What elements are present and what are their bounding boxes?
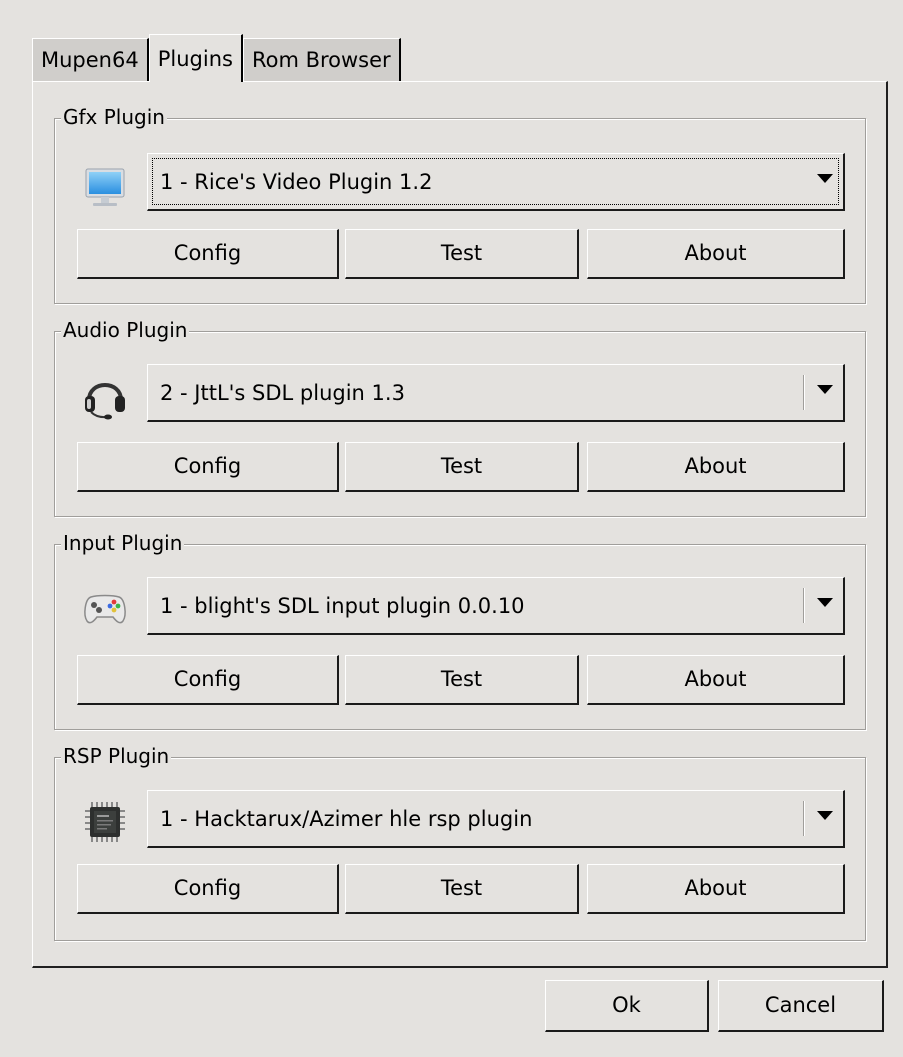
selected-value: 1 - Rice's Video Plugin 1.2: [160, 170, 433, 194]
tab-rom-browser[interactable]: Rom Browser: [242, 38, 401, 82]
cancel-button[interactable]: Cancel: [718, 980, 884, 1032]
group-title: Audio Plugin: [61, 316, 190, 344]
chevron-down-icon: [817, 174, 833, 183]
chip-icon: [81, 798, 129, 846]
gfx-config-button[interactable]: Config: [77, 229, 339, 279]
selected-value: 2 - JttL's SDL plugin 1.3: [160, 381, 405, 405]
tab-mupen64[interactable]: Mupen64: [32, 38, 149, 82]
rsp-plugin-group: RSP Plugin 1 - Hacktarux/Azimer hle rsp …: [54, 742, 866, 941]
rsp-config-button[interactable]: Config: [77, 864, 339, 914]
tab-bar: Mupen64 Plugins Rom Browser: [32, 34, 401, 82]
selected-value: 1 - Hacktarux/Azimer hle rsp plugin: [160, 807, 533, 831]
tab-plugins[interactable]: Plugins: [148, 34, 243, 82]
gamepad-icon: [81, 583, 129, 631]
input-plugin-group: Input Plugin 1 - blight's SDL input plug…: [54, 529, 866, 730]
chevron-down-icon: [817, 811, 833, 820]
combo-separator: [803, 375, 805, 410]
input-config-button[interactable]: Config: [77, 655, 339, 705]
combo-separator: [803, 801, 805, 836]
group-title: Gfx Plugin: [61, 103, 167, 131]
monitor-icon: [81, 163, 129, 211]
gfx-test-button[interactable]: Test: [345, 229, 579, 279]
rsp-plugin-select[interactable]: 1 - Hacktarux/Azimer hle rsp plugin: [147, 790, 845, 848]
gfx-plugin-select[interactable]: 1 - Rice's Video Plugin 1.2: [147, 153, 845, 211]
audio-plugin-select[interactable]: 2 - JttL's SDL plugin 1.3: [147, 364, 845, 422]
audio-config-button[interactable]: Config: [77, 442, 339, 492]
rsp-test-button[interactable]: Test: [345, 864, 579, 914]
ok-button[interactable]: Ok: [545, 980, 709, 1032]
input-plugin-select[interactable]: 1 - blight's SDL input plugin 0.0.10: [147, 577, 845, 635]
combo-separator: [803, 588, 805, 623]
headset-icon: [81, 372, 129, 420]
chevron-down-icon: [817, 385, 833, 394]
chevron-down-icon: [817, 598, 833, 607]
audio-about-button[interactable]: About: [587, 442, 845, 492]
rsp-about-button[interactable]: About: [587, 864, 845, 914]
audio-plugin-group: Audio Plugin 2 - JttL's SDL plugin 1.3 C…: [54, 316, 866, 517]
gfx-plugin-group: Gfx Plugin 1 - Rice's Video Plugin 1.2 C…: [54, 103, 866, 304]
plugins-dialog: Mupen64 Plugins Rom Browser Gfx Plugin 1…: [0, 0, 903, 1057]
gfx-about-button[interactable]: About: [587, 229, 845, 279]
selected-value: 1 - blight's SDL input plugin 0.0.10: [160, 594, 525, 618]
input-about-button[interactable]: About: [587, 655, 845, 705]
input-test-button[interactable]: Test: [345, 655, 579, 705]
group-title: Input Plugin: [61, 529, 185, 557]
group-title: RSP Plugin: [61, 742, 172, 770]
audio-test-button[interactable]: Test: [345, 442, 579, 492]
